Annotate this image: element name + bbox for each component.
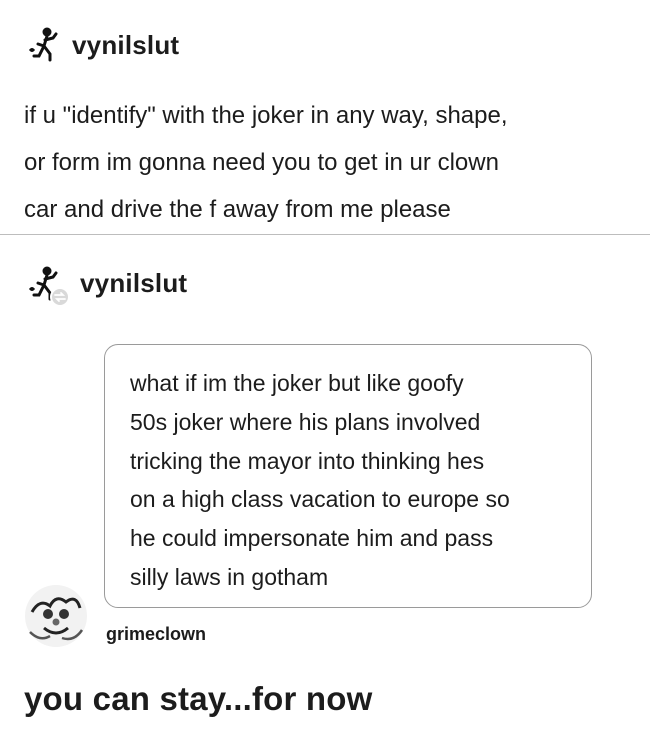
reblog-username[interactable]: vynilslut xyxy=(80,268,187,299)
post-username[interactable]: vynilslut xyxy=(72,30,179,61)
post-body: if u "identify" with the joker in any wa… xyxy=(24,102,508,223)
dancing-figure-avatar-icon[interactable] xyxy=(26,26,62,62)
reblog-icon xyxy=(50,287,70,307)
dancing-figure-avatar-icon[interactable] xyxy=(26,264,70,308)
clown-avatar-icon[interactable] xyxy=(22,582,90,650)
post-divider xyxy=(0,234,650,235)
quote-text: what if im the joker but like goofy 50s … xyxy=(130,370,510,590)
reply-text: you can stay...for now xyxy=(24,680,373,717)
reply-username[interactable]: grimeclown xyxy=(106,624,206,645)
original-post: vynilslut if u "identify" with the joker… xyxy=(0,0,650,234)
